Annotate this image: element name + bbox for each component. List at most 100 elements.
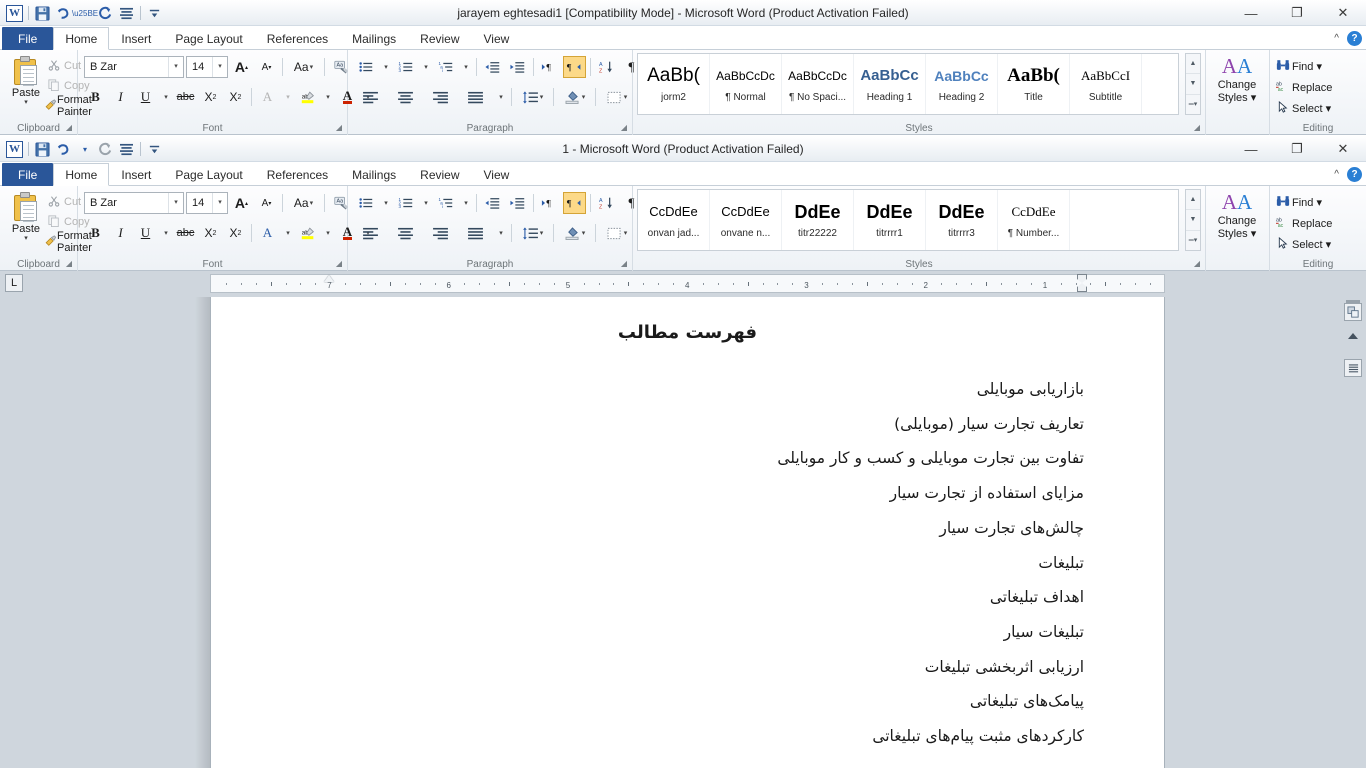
style-item-onvan-jad[interactable]: CcDdEe onvan jad... xyxy=(638,190,710,250)
style-item-number[interactable]: CcDdEe ¶ Number... xyxy=(998,190,1070,250)
clipboard-dialog-launcher-2[interactable]: ◢ xyxy=(64,259,74,269)
font-name-input-2[interactable]: B Zar ▾ xyxy=(84,192,184,214)
bullets-button-2[interactable] xyxy=(354,192,377,214)
style-item-heading-1[interactable]: AaBbCc Heading 1 xyxy=(854,54,926,114)
decrease-indent-button-1[interactable] xyxy=(481,56,504,78)
line-spacing-button-2[interactable]: ▾ xyxy=(516,222,549,244)
font-name-chevron-down-icon-1[interactable]: ▾ xyxy=(168,57,183,77)
font-dialog-launcher-1[interactable]: ◢ xyxy=(334,123,344,133)
styles-dialog-launcher-2[interactable]: ◢ xyxy=(1192,259,1202,269)
clipboard-dialog-launcher-1[interactable]: ◢ xyxy=(64,123,74,133)
previous-page-icon[interactable] xyxy=(1348,333,1358,339)
style-item-onvane-n[interactable]: CcDdEe onvane n... xyxy=(710,190,782,250)
increase-indent-button-1[interactable] xyxy=(506,56,529,78)
ltr-text-direction-button-2[interactable]: ¶ xyxy=(538,192,561,214)
style-item-title[interactable]: AaBb( Title xyxy=(998,54,1070,114)
select-button-2[interactable]: Select ▾ xyxy=(1270,234,1366,255)
ltr-text-direction-button-1[interactable]: ¶ xyxy=(538,56,561,78)
underline-chevron-down-icon-2[interactable]: ▾ xyxy=(159,222,172,244)
change-case-icon-1[interactable]: Aa ▾ xyxy=(287,56,320,78)
paragraph-dialog-launcher-1[interactable]: ◢ xyxy=(619,123,629,133)
subscript-button-1[interactable]: X2 xyxy=(199,86,222,108)
styles-more-icon-2[interactable]: ═▾ xyxy=(1186,231,1200,250)
help-icon-2[interactable]: ? xyxy=(1347,167,1362,182)
styles-dialog-launcher-1[interactable]: ◢ xyxy=(1192,123,1202,133)
document-page[interactable]: فهرست مطالب بازاریابی موبایلی تعاریف تجار… xyxy=(210,297,1165,768)
italic-button-2[interactable]: I xyxy=(109,222,132,244)
align-center-button-2[interactable] xyxy=(389,222,422,244)
paste-dropdown-icon-2[interactable]: ▾ xyxy=(24,235,28,242)
tab-insert-1[interactable]: Insert xyxy=(109,27,163,50)
borders-button-2[interactable]: ▾ xyxy=(600,222,633,244)
align-right-button-1[interactable] xyxy=(424,86,457,108)
tab-stop-selector[interactable]: L xyxy=(5,274,23,292)
find-button-1[interactable]: Find ▾ xyxy=(1270,56,1366,77)
multilevel-list-button-1[interactable]: 1ai xyxy=(434,56,457,78)
collapse-ribbon-icon-1[interactable]: ^ xyxy=(1334,33,1339,44)
numbering-button-1[interactable]: 123 xyxy=(394,56,417,78)
justify-button-1[interactable] xyxy=(459,86,492,108)
multilevel-list-button-2[interactable]: 1ai xyxy=(434,192,457,214)
tab-view-2[interactable]: View xyxy=(472,163,522,186)
styles-gallery-2[interactable]: CcDdEe onvan jad... CcDdEe onvane n... D… xyxy=(637,189,1179,251)
paste-button-2[interactable]: Paste ▾ xyxy=(6,190,46,252)
shading-button-1[interactable]: ▾ xyxy=(558,86,591,108)
styles-scroll-down-icon-2[interactable]: ▼ xyxy=(1186,210,1200,231)
style-item-jorm2[interactable]: AaBb( jorm2 xyxy=(638,54,710,114)
styles-scroll-up-icon-2[interactable]: ▲ xyxy=(1186,190,1200,211)
tab-references-1[interactable]: References xyxy=(255,27,340,50)
replace-button-1[interactable]: ab ac Replace xyxy=(1270,77,1366,98)
select-button-1[interactable]: Select ▾ xyxy=(1270,98,1366,119)
styles-more-icon-1[interactable]: ═▾ xyxy=(1186,95,1200,114)
restore-button-2[interactable]: ❐ xyxy=(1274,136,1320,162)
bullets-chevron-down-icon-1[interactable]: ▾ xyxy=(379,56,392,78)
rtl-text-direction-button-2[interactable]: ¶ xyxy=(563,192,586,214)
tab-mailings-2[interactable]: Mailings xyxy=(340,163,408,186)
tab-view-1[interactable]: View xyxy=(472,27,522,50)
minimize-button-2[interactable]: — xyxy=(1228,136,1274,162)
style-item-normal[interactable]: AaBbCcDc ¶ Normal xyxy=(710,54,782,114)
page-thumbnail-icon[interactable] xyxy=(1344,359,1362,377)
line-spacing-button-1[interactable]: ▾ xyxy=(516,86,549,108)
strikethrough-button-1[interactable]: abc xyxy=(174,86,197,108)
shrink-font-icon-1[interactable]: A ▾ xyxy=(255,56,278,78)
font-name-input-1[interactable]: B Zar ▾ xyxy=(84,56,184,78)
underline-chevron-down-icon-1[interactable]: ▾ xyxy=(159,86,172,108)
bold-button-1[interactable]: B xyxy=(84,86,107,108)
align-center-button-1[interactable] xyxy=(389,86,422,108)
underline-button-2[interactable]: U xyxy=(134,222,157,244)
multilevel-chevron-down-icon-2[interactable]: ▾ xyxy=(459,192,472,214)
style-item-titrrrr1[interactable]: DdEe titrrrr1 xyxy=(854,190,926,250)
text-effects-chevron-down-icon-2[interactable]: ▾ xyxy=(281,222,294,244)
font-size-chevron-down-icon-1[interactable]: ▾ xyxy=(212,57,227,77)
highlight-chevron-down-icon-2[interactable]: ▾ xyxy=(321,222,334,244)
tab-home-2[interactable]: Home xyxy=(53,163,110,186)
sort-button-1[interactable]: AZ xyxy=(595,56,618,78)
horizontal-ruler[interactable]: 7 6 5 4 3 2 1 xyxy=(205,274,1293,293)
underline-button-1[interactable]: U xyxy=(134,86,157,108)
styles-gallery-1[interactable]: AaBb( jorm2 AaBbCcDc ¶ Normal AaBbCcDc ¶… xyxy=(637,53,1179,115)
change-case-icon-2[interactable]: Aa ▾ xyxy=(287,192,320,214)
font-dialog-launcher-2[interactable]: ◢ xyxy=(334,259,344,269)
tab-mailings-1[interactable]: Mailings xyxy=(340,27,408,50)
font-size-input-2[interactable]: 14 ▾ xyxy=(186,192,228,214)
tab-references-2[interactable]: References xyxy=(255,163,340,186)
right-indent-marker[interactable] xyxy=(1077,274,1087,292)
italic-button-1[interactable]: I xyxy=(109,86,132,108)
subscript-button-2[interactable]: X2 xyxy=(199,222,222,244)
strikethrough-button-2[interactable]: abc xyxy=(174,222,197,244)
styles-scroll-up-icon-1[interactable]: ▲ xyxy=(1186,54,1200,75)
tab-file-1[interactable]: File xyxy=(2,27,54,50)
numbering-chevron-down-icon-2[interactable]: ▾ xyxy=(419,192,432,214)
numbering-button-2[interactable]: 123 xyxy=(394,192,417,214)
superscript-button-1[interactable]: X2 xyxy=(224,86,247,108)
tab-file-2[interactable]: File xyxy=(2,163,54,186)
close-button-2[interactable]: ✕ xyxy=(1320,136,1366,162)
minimize-button-1[interactable]: — xyxy=(1228,0,1274,26)
styles-scrollbar-2[interactable]: ▲ ▼ ═▾ xyxy=(1185,189,1201,251)
justify-chevron-down-icon-2[interactable]: ▾ xyxy=(494,222,507,244)
find-button-2[interactable]: Find ▾ xyxy=(1270,192,1366,213)
collapse-ribbon-icon-2[interactable]: ^ xyxy=(1334,169,1339,180)
paste-dropdown-icon-1[interactable]: ▾ xyxy=(24,99,28,106)
sort-button-2[interactable]: AZ xyxy=(595,192,618,214)
